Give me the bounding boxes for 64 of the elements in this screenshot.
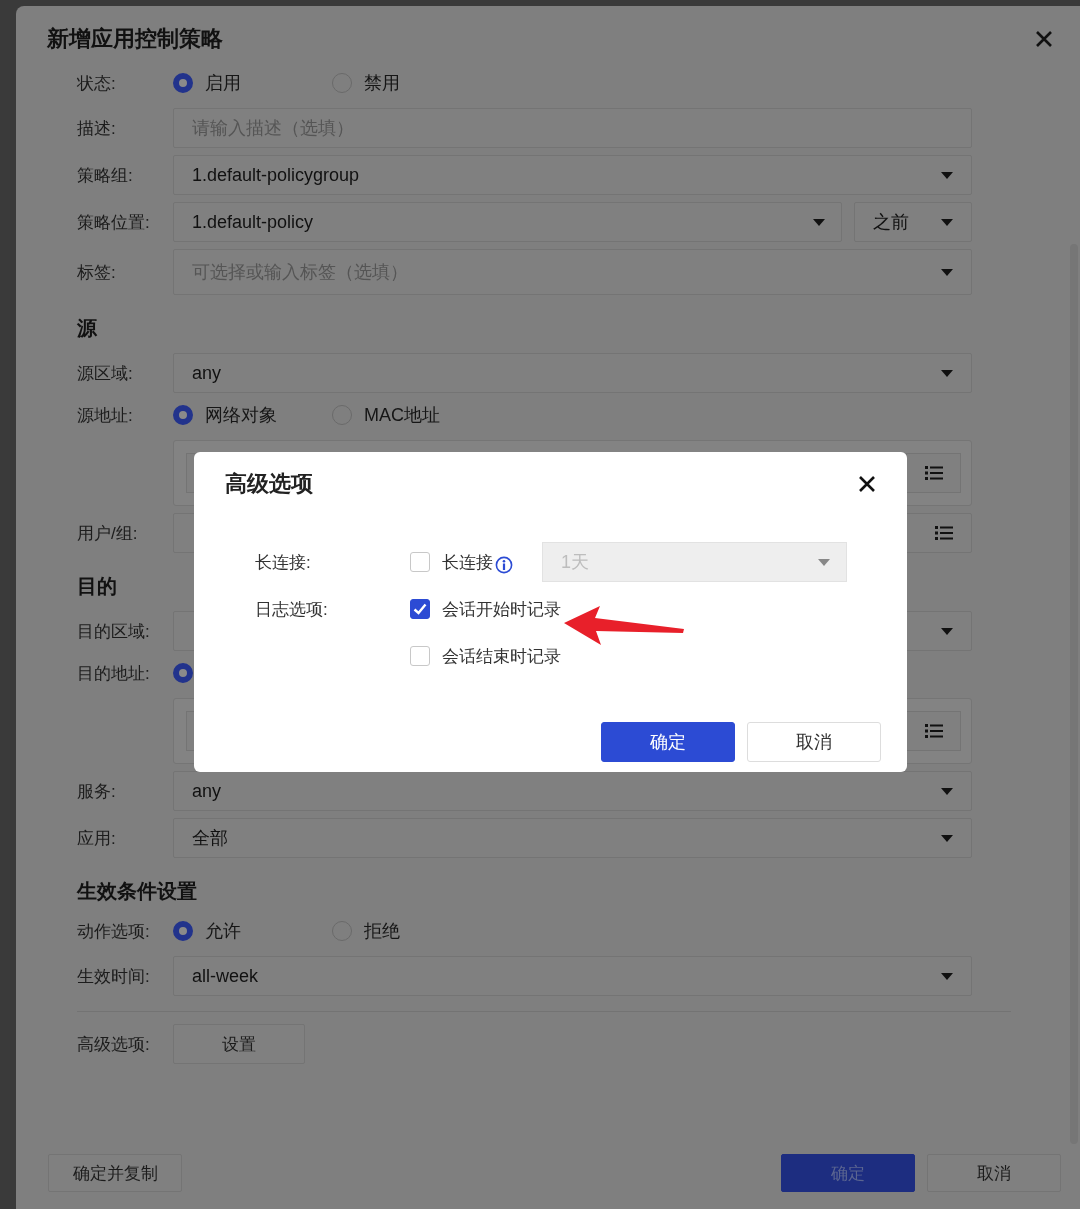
caret-icon xyxy=(941,171,953,179)
dialog-title: 新增应用控制策略 xyxy=(47,25,223,53)
caret-icon xyxy=(941,627,953,635)
caret-icon xyxy=(941,218,953,226)
field-label: 目的地址: xyxy=(77,662,151,685)
checkbox-label: 会话开始时记录 xyxy=(442,598,561,621)
radio-label: 禁用 xyxy=(364,72,400,95)
checkbox[interactable] xyxy=(410,599,430,619)
radio-button[interactable] xyxy=(173,663,193,683)
confirm-button[interactable]: 确定 xyxy=(601,722,735,762)
field-label: 应用: xyxy=(77,827,117,850)
settings-button[interactable]: 设置 xyxy=(173,1024,305,1064)
field-label: 策略位置: xyxy=(77,211,151,234)
radio-label: 启用 xyxy=(205,72,241,95)
caret-icon xyxy=(818,558,830,566)
radio-button[interactable] xyxy=(173,73,193,93)
cancel-button[interactable]: 取消 xyxy=(747,722,881,762)
field-label: 日志选项: xyxy=(255,598,329,621)
dropdown[interactable]: 全部 xyxy=(173,818,972,858)
checkbox-label: 会话结束时记录 xyxy=(442,645,561,668)
field-label: 源区域: xyxy=(77,362,134,385)
radio-button[interactable] xyxy=(173,921,193,941)
close-icon[interactable] xyxy=(858,475,876,493)
radio-label: MAC地址 xyxy=(364,404,440,427)
dialog-title: 高级选项 xyxy=(225,470,313,498)
caret-icon xyxy=(941,268,953,276)
dropdown[interactable]: 1.default-policy xyxy=(173,202,842,242)
list-button[interactable] xyxy=(906,453,961,493)
radio-label: 拒绝 xyxy=(364,920,400,943)
dropdown[interactable]: any xyxy=(173,771,972,811)
list-button[interactable] xyxy=(906,711,961,751)
caret-icon xyxy=(941,834,953,842)
footer-button[interactable]: 确定并复制 xyxy=(48,1154,182,1192)
field-label: 策略组: xyxy=(77,164,134,187)
list-icon xyxy=(935,526,953,540)
field-label: 状态: xyxy=(77,72,117,95)
dropdown[interactable]: 之前 xyxy=(854,202,972,242)
section-heading: 生效条件设置 xyxy=(77,878,198,904)
field-label: 描述: xyxy=(77,117,117,140)
field-label: 生效时间: xyxy=(77,965,151,988)
field-label: 高级选项: xyxy=(77,1033,151,1056)
caret-icon xyxy=(941,369,953,377)
list-icon xyxy=(924,466,943,480)
section-heading: 目的 xyxy=(77,573,118,599)
section-heading: 源 xyxy=(77,315,98,341)
dropdown[interactable]: any xyxy=(173,353,972,393)
footer-button[interactable]: 取消 xyxy=(927,1154,1061,1192)
caret-icon xyxy=(813,218,825,226)
field-label: 长连接: xyxy=(255,551,312,574)
caret-icon xyxy=(941,972,953,980)
field-label: 目的区域: xyxy=(77,620,151,643)
field-label: 服务: xyxy=(77,780,117,803)
checkbox-label: 长连接 xyxy=(442,551,493,574)
radio-label: 网络对象 xyxy=(205,404,277,427)
field-label: 标签: xyxy=(77,261,117,284)
field-label: 源地址: xyxy=(77,404,134,427)
caret-icon xyxy=(941,787,953,795)
field-label: 动作选项: xyxy=(77,920,151,943)
radio-label: 允许 xyxy=(205,920,241,943)
field-label: 用户/组: xyxy=(77,522,139,545)
dropdown[interactable]: all-week xyxy=(173,956,972,996)
radio-button[interactable] xyxy=(173,405,193,425)
list-icon xyxy=(924,724,943,738)
dropdown[interactable]: 1.default-policygroup xyxy=(173,155,972,195)
